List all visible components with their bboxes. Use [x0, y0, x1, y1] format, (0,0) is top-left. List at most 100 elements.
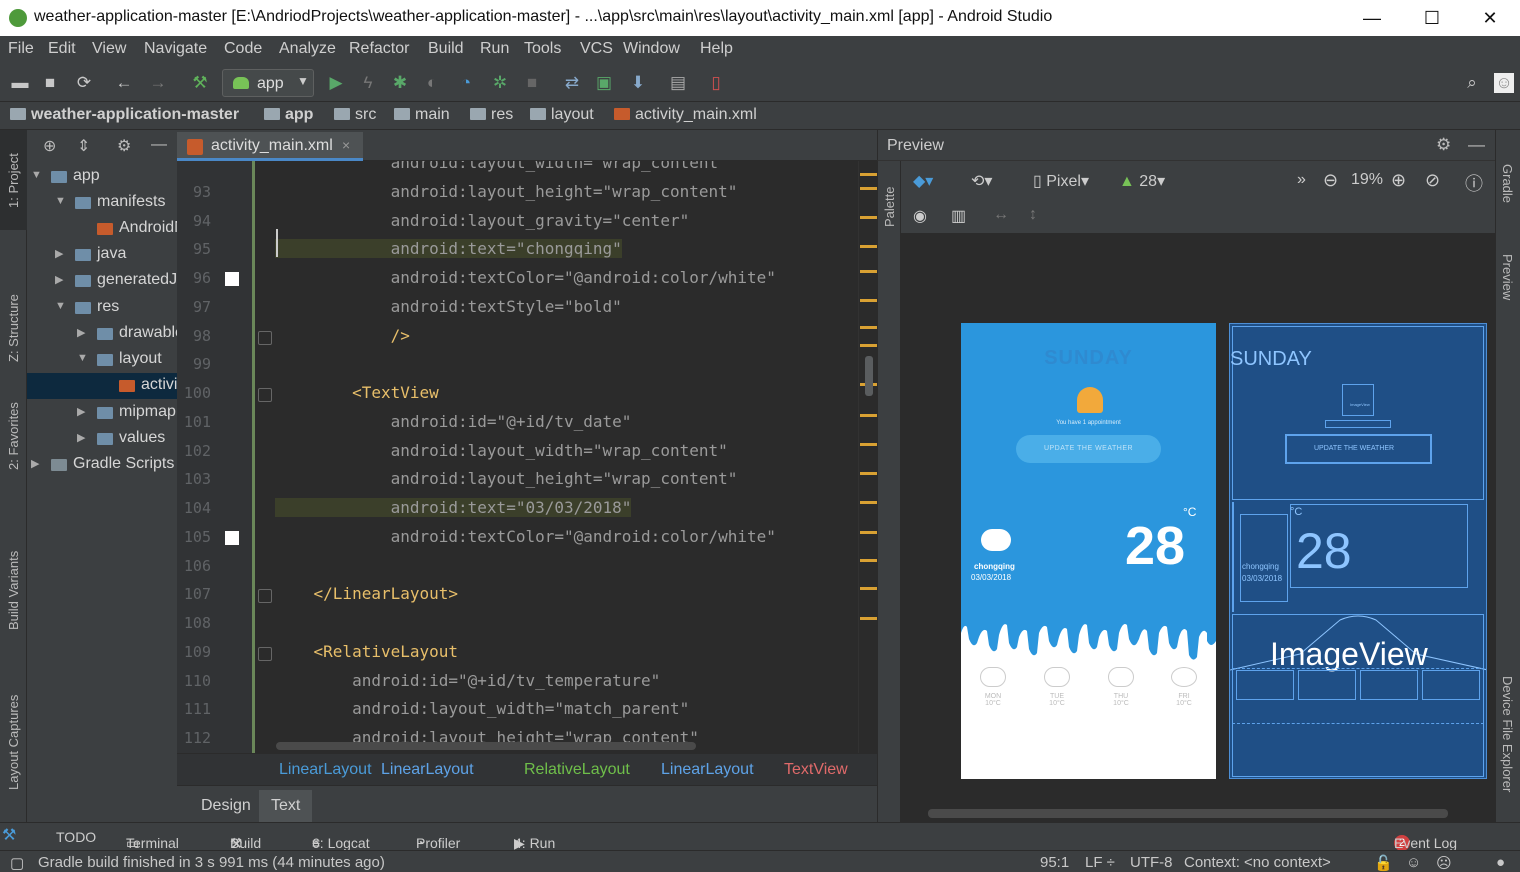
breadcrumb-item[interactable]: src [334, 106, 376, 124]
tree-item[interactable]: ▼ layout [27, 347, 177, 373]
run-icon[interactable]: ▶ [326, 73, 346, 93]
chevron-right-icon[interactable]: ▶ [77, 326, 85, 339]
phone-preview[interactable]: SUNDAY You have 1 appointment UPDATE THE… [961, 323, 1216, 779]
canvas-horizontal-scrollbar[interactable] [928, 809, 1448, 818]
gradle-tool-tab[interactable]: Gradle [1500, 164, 1515, 203]
user-avatar-icon[interactable]: ☺ [1494, 73, 1514, 93]
warning-stripe-mark[interactable] [860, 187, 877, 190]
vertical-resize-icon[interactable]: ↕ [1029, 206, 1037, 224]
menu-help[interactable]: Help [700, 40, 733, 58]
tree-item[interactable]: activity_main.xml [27, 373, 177, 399]
tool-windows-icon[interactable]: ⚒ [2, 825, 16, 845]
memory-indicator-icon[interactable]: ● [1496, 854, 1505, 871]
avd-manager-icon[interactable]: ▣ [594, 73, 614, 93]
tree-item[interactable]: AndroidManifest.xml [27, 216, 177, 242]
lock-icon[interactable]: 🔓 [1374, 854, 1393, 872]
collapse-all-icon[interactable]: ⇕ [77, 136, 90, 156]
warning-stripe-mark[interactable] [860, 443, 877, 446]
eye-icon[interactable]: ◉ [913, 206, 927, 226]
zoom-out-icon[interactable]: ⊖ [1323, 170, 1338, 191]
zoom-fit-icon[interactable]: ⊘ [1425, 170, 1440, 191]
warning-stripe-mark[interactable] [860, 531, 877, 534]
menu-build[interactable]: Build [428, 40, 464, 58]
zoom-in-icon[interactable]: ⊕ [1391, 170, 1406, 191]
chevron-down-icon[interactable]: ▼ [77, 352, 88, 364]
caret-position[interactable]: 95:1 [1040, 854, 1069, 871]
hide-icon[interactable]: — [1468, 135, 1485, 155]
coverage-icon[interactable]: ◐ [422, 73, 442, 93]
chevron-right-icon[interactable]: ▶ [77, 405, 85, 418]
warning-stripe-mark[interactable] [860, 472, 877, 475]
warning-stripe-mark[interactable] [860, 216, 877, 219]
tree-item[interactable]: ▼ manifests [27, 190, 177, 216]
api-dropdown[interactable]: ▲ 28▾ [1119, 171, 1165, 191]
menu-window[interactable]: Window [623, 40, 680, 58]
fold-icon[interactable] [258, 330, 272, 345]
menu-navigate[interactable]: Navigate [144, 40, 207, 58]
status-icon[interactable]: ▢ [10, 854, 24, 872]
sdk-manager-icon[interactable]: ⬇ [628, 73, 648, 93]
menu-tools[interactable]: Tools [524, 40, 561, 58]
maximize-button[interactable]: ☐ [1418, 4, 1446, 32]
chevron-down-icon[interactable]: ▼ [31, 169, 42, 181]
warning-stripe-mark[interactable] [860, 501, 877, 504]
menu-code[interactable]: Code [224, 40, 262, 58]
editor-scrollbar-thumb[interactable] [865, 356, 873, 396]
tag-crumb[interactable]: LinearLayout [381, 761, 474, 779]
warning-icon[interactable]: ⓘ [1465, 170, 1483, 196]
device-file-icon[interactable]: ▯ [706, 73, 726, 93]
warning-stripe-mark[interactable] [860, 617, 877, 620]
menu-vcs[interactable]: VCS [580, 40, 613, 58]
locate-icon[interactable]: ⊕ [43, 136, 56, 156]
chevron-down-icon[interactable]: ▼ [55, 300, 66, 312]
tree-item[interactable]: ▼ res [27, 295, 177, 321]
warning-stripe-mark[interactable] [860, 173, 877, 176]
back-icon[interactable]: ← [114, 73, 134, 93]
device-dropdown[interactable]: ▯ Pixel▾ [1033, 171, 1089, 191]
tree-item[interactable]: ▶ generatedJava [27, 268, 177, 294]
breadcrumb-item[interactable]: res [470, 106, 513, 124]
fold-icon[interactable] [258, 388, 272, 402]
warning-stripe-mark[interactable] [860, 344, 877, 347]
warning-stripe-mark[interactable] [860, 299, 877, 302]
editor-horizontal-scrollbar[interactable] [276, 742, 696, 750]
tab-activity-main[interactable]: activity_main.xml × [177, 132, 363, 161]
tree-item[interactable]: ▶ mipmap [27, 400, 177, 426]
tree-item[interactable]: ▼ app [27, 164, 177, 190]
open-folder-icon[interactable]: ▬ [10, 73, 30, 93]
run-configuration-dropdown[interactable]: app ▼ [222, 69, 314, 97]
breadcrumb-item[interactable]: activity_main.xml [614, 106, 757, 124]
breadcrumb-item[interactable]: app [264, 106, 313, 124]
profile-icon[interactable]: ◔ [456, 73, 476, 93]
update-weather-button[interactable]: UPDATE THE WEATHER [1016, 435, 1161, 463]
chevron-right-icon[interactable]: ▶ [31, 457, 39, 470]
forward-icon[interactable]: → [148, 73, 168, 93]
context-indicator[interactable]: Context: <no context> [1184, 854, 1331, 871]
smiley-icon[interactable]: ☺ [1406, 854, 1421, 871]
close-window-button[interactable]: ✕ [1476, 4, 1504, 32]
horizontal-resize-icon[interactable]: ↔ [993, 206, 1009, 224]
warning-stripe-mark[interactable] [860, 245, 877, 248]
preview-tool-tab[interactable]: Preview [1500, 254, 1515, 300]
tree-item[interactable]: ▶ java [27, 242, 177, 268]
tag-crumb[interactable]: LinearLayout [661, 761, 754, 779]
save-icon[interactable]: ■ [40, 73, 60, 93]
warning-stripe-mark[interactable] [860, 559, 877, 562]
chevron-right-icon[interactable]: ▶ [77, 431, 85, 444]
palette-tab[interactable]: Palette [882, 187, 897, 227]
rotate-icon[interactable]: ⟲▾ [971, 171, 992, 191]
menu-analyze[interactable]: Analyze [279, 40, 336, 58]
breadcrumb-item[interactable]: main [394, 106, 450, 124]
minimize-button[interactable]: — [1358, 4, 1386, 32]
blueprint-preview[interactable]: SUNDAY ImageView UPDATE THE WEATHER °C 2… [1229, 323, 1487, 779]
editor-error-stripe[interactable] [858, 161, 877, 753]
tab-design[interactable]: Design [189, 790, 263, 822]
warning-stripe-mark[interactable] [860, 414, 877, 417]
line-separator[interactable]: LF ÷ [1085, 854, 1115, 871]
project-structure-icon[interactable]: ▤ [668, 73, 688, 93]
tag-crumb[interactable]: RelativeLayout [524, 761, 630, 779]
close-tab-icon[interactable]: × [342, 137, 350, 153]
tab-text[interactable]: Text [259, 790, 313, 822]
tree-item[interactable]: ▶ drawable [27, 321, 177, 347]
sync-gradle-icon[interactable]: ⇄ [562, 73, 582, 93]
